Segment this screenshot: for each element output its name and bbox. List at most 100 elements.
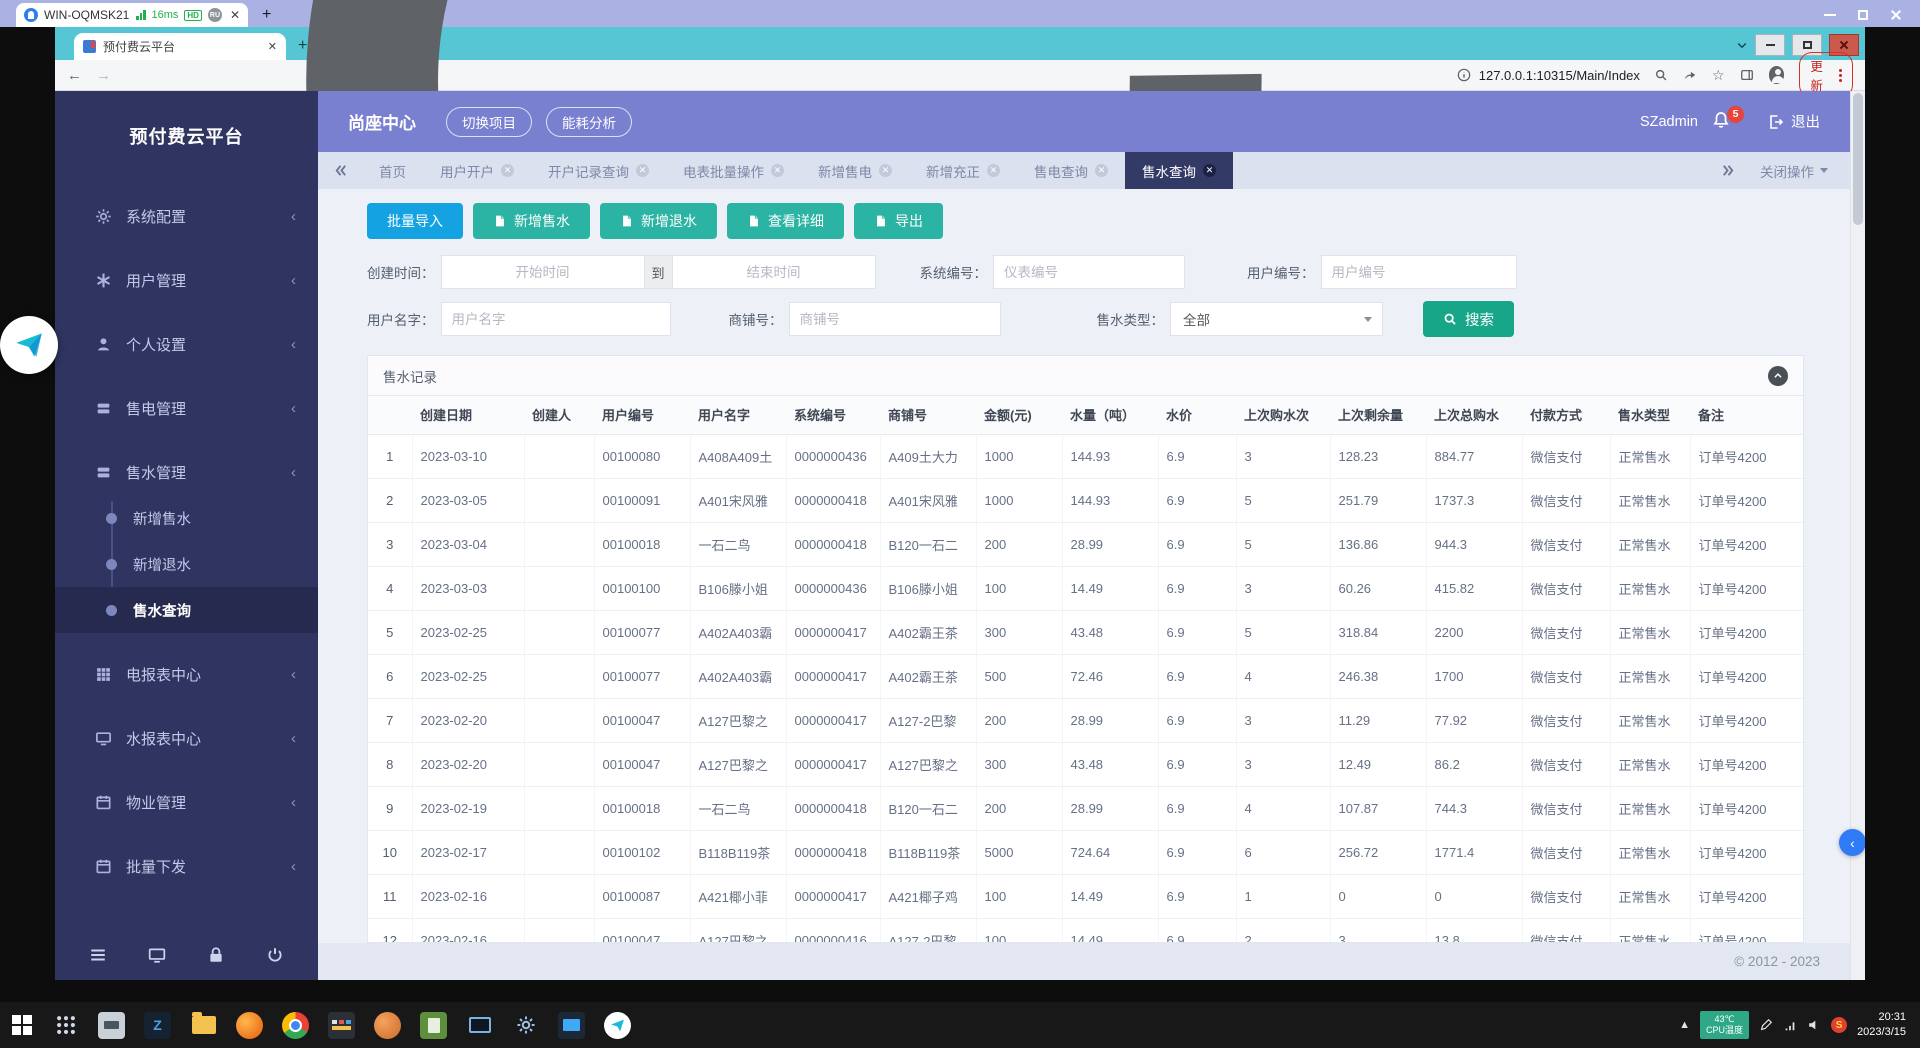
tray-volume-icon[interactable] xyxy=(1807,1018,1821,1032)
switch-project-button[interactable]: 切换项目 xyxy=(446,107,532,137)
table-row[interactable]: 12023-03-1000100080A408A409土0000000436A4… xyxy=(368,434,1803,478)
hamburger-icon[interactable] xyxy=(89,946,107,964)
taskbar-clock[interactable]: 20:31 2023/3/15 xyxy=(1857,1010,1906,1040)
taskbar-icon-keyboard[interactable] xyxy=(328,1012,355,1039)
tab-water-sale-query[interactable]: 售水查询✕ xyxy=(1125,152,1233,189)
profile-avatar-icon[interactable] xyxy=(1769,66,1785,84)
table-row[interactable]: 32023-03-0400100018一石二鸟0000000418B120一石二… xyxy=(368,522,1803,566)
double-chevron-right-icon[interactable] xyxy=(1721,163,1736,178)
notifications-button[interactable]: 5 xyxy=(1712,111,1734,133)
user-no-input[interactable] xyxy=(1321,255,1517,289)
sidebar-item-electric-sale[interactable]: 售电管理‹ xyxy=(55,385,318,431)
user-name-input[interactable] xyxy=(441,302,671,336)
taskbar-icon-todesk[interactable] xyxy=(604,1012,631,1039)
forward-icon[interactable]: → xyxy=(96,67,111,84)
tab-user-open[interactable]: 用户开户✕ xyxy=(423,152,531,189)
sidebar-item-water-report-center[interactable]: 水报表中心‹ xyxy=(55,715,318,761)
taskbar-icon-monitor[interactable] xyxy=(466,1012,493,1039)
view-detail-button[interactable]: 查看详细 xyxy=(727,203,844,239)
tray-sogou-icon[interactable]: S xyxy=(1831,1017,1847,1033)
tabs-scroll-left-button[interactable] xyxy=(318,152,362,189)
right-panel-handle[interactable]: ‹ xyxy=(1839,829,1865,856)
scrollbar-thumb[interactable] xyxy=(1853,93,1863,225)
tab-close-icon[interactable]: ✕ xyxy=(987,164,1000,177)
export-button[interactable]: 导出 xyxy=(854,203,943,239)
table-row[interactable]: 52023-02-2500100077A402A403霸0000000417A4… xyxy=(368,610,1803,654)
start-button[interactable] xyxy=(0,1002,44,1048)
menu-kebab-icon[interactable] xyxy=(1839,69,1842,82)
water-type-select[interactable]: 全部 xyxy=(1170,302,1383,336)
table-row[interactable]: 102023-02-1700100102B118B119茶0000000418B… xyxy=(368,830,1803,874)
tab-close-icon[interactable]: ✕ xyxy=(636,164,649,177)
bookmark-star-icon[interactable]: ☆ xyxy=(1712,67,1725,84)
address-bar[interactable]: 127.0.0.1:10315/Main/Index xyxy=(1457,68,1640,83)
zoom-icon[interactable] xyxy=(1654,67,1668,83)
taskbar-icon-app-grid[interactable] xyxy=(52,1012,79,1039)
sidebar-item-electric-report-center[interactable]: 电报表中心‹ xyxy=(55,651,318,697)
table-row[interactable]: 92023-02-1900100018一石二鸟0000000418B120一石二… xyxy=(368,786,1803,830)
search-button[interactable]: 搜索 xyxy=(1423,301,1514,337)
share-icon[interactable] xyxy=(1683,67,1697,83)
taskbar-icon-printer[interactable] xyxy=(98,1012,125,1039)
client-close-button[interactable] xyxy=(1890,9,1902,21)
client-maximize-button[interactable] xyxy=(1858,10,1868,20)
taskbar-icon-chrome[interactable] xyxy=(282,1012,309,1039)
add-water-sale-button[interactable]: 新增售水 xyxy=(473,203,590,239)
logout-button[interactable]: 退出 xyxy=(1768,111,1820,132)
tab-close-icon[interactable]: ✕ xyxy=(771,164,784,177)
site-info-icon[interactable] xyxy=(1457,68,1471,82)
tab-electric-sale-query[interactable]: 售电查询✕ xyxy=(1017,152,1125,189)
taskbar-icon-notepad[interactable] xyxy=(420,1012,447,1039)
power-icon[interactable] xyxy=(266,946,284,964)
tab-add-electric-sale[interactable]: 新增售电✕ xyxy=(801,152,909,189)
tab-open-record-query[interactable]: 开户记录查询✕ xyxy=(531,152,666,189)
sidebar-item-user-management[interactable]: 用户管理‹ xyxy=(55,257,318,303)
tab-close-icon[interactable]: ✕ xyxy=(1203,164,1216,177)
shop-no-input[interactable] xyxy=(789,302,1001,336)
sidebar-item-batch-dispatch[interactable]: 批量下发‹ xyxy=(55,843,318,889)
taskbar-icon-settings[interactable] xyxy=(512,1012,539,1039)
lock-icon[interactable] xyxy=(207,946,225,964)
sidebar-item-system-config[interactable]: 系统配置‹ xyxy=(55,193,318,239)
taskbar-icon-firefox[interactable] xyxy=(236,1012,263,1039)
table-row[interactable]: 22023-03-0500100091A401宋风雅0000000418A401… xyxy=(368,478,1803,522)
table-row[interactable]: 82023-02-2000100047A127巴黎之0000000417A127… xyxy=(368,742,1803,786)
taskbar-icon-display[interactable] xyxy=(558,1012,585,1039)
energy-analysis-button[interactable]: 能耗分析 xyxy=(546,107,632,137)
start-time-input[interactable] xyxy=(441,255,645,289)
cpu-temp-badge[interactable]: 43℃ CPU温度 xyxy=(1700,1011,1749,1040)
table-row[interactable]: 62023-02-2500100077A402A403霸0000000417A4… xyxy=(368,654,1803,698)
panel-collapse-button[interactable] xyxy=(1768,366,1788,386)
side-panel-icon[interactable] xyxy=(1740,67,1754,83)
batch-import-button[interactable]: 批量导入 xyxy=(367,203,463,239)
close-operations-dropdown[interactable]: 关闭操作 xyxy=(1760,161,1828,181)
taskbar-icon-putty[interactable]: Z xyxy=(144,1012,171,1039)
table-row[interactable]: 72023-02-2000100047A127巴黎之0000000417A127… xyxy=(368,698,1803,742)
taskbar-icon-browser[interactable] xyxy=(374,1012,401,1039)
sidebar-item-property-management[interactable]: 物业管理‹ xyxy=(55,779,318,825)
sidebar-subitem-add-water-refund[interactable]: 新增退水 xyxy=(55,541,318,587)
tray-expand-icon[interactable]: ▲ xyxy=(1679,1019,1690,1031)
table-row[interactable]: 122023-02-1600100047A127巴黎之0000000416A12… xyxy=(368,918,1803,942)
tab-close-icon[interactable]: ✕ xyxy=(879,164,892,177)
taskbar-icon-folder[interactable] xyxy=(190,1012,217,1039)
sidebar-item-personal-settings[interactable]: 个人设置‹ xyxy=(55,321,318,367)
end-time-input[interactable] xyxy=(672,255,876,289)
table-row[interactable]: 42023-03-0300100100B106滕小姐0000000436B106… xyxy=(368,566,1803,610)
tray-pen-icon[interactable] xyxy=(1759,1018,1773,1032)
system-no-input[interactable] xyxy=(993,255,1185,289)
tab-close-icon[interactable]: ✕ xyxy=(1095,164,1108,177)
monitor-icon[interactable] xyxy=(148,946,166,964)
table-row[interactable]: 112023-02-1600100087A421椰小菲0000000417A42… xyxy=(368,874,1803,918)
back-icon[interactable]: ← xyxy=(67,67,82,84)
sidebar-subitem-add-water-sale[interactable]: 新增售水 xyxy=(55,495,318,541)
tab-add-recharge-fix[interactable]: 新增充正✕ xyxy=(909,152,1017,189)
todesk-floating-widget[interactable] xyxy=(0,316,58,374)
tray-network-icon[interactable] xyxy=(1783,1018,1797,1032)
sidebar-item-water-sale[interactable]: 售水管理‹ xyxy=(55,449,318,495)
tab-close-icon[interactable]: ✕ xyxy=(501,164,514,177)
chevron-down-icon[interactable] xyxy=(1736,39,1748,51)
add-water-refund-button[interactable]: 新增退水 xyxy=(600,203,717,239)
client-minimize-button[interactable] xyxy=(1824,14,1836,16)
sidebar-subitem-water-sale-query[interactable]: 售水查询 xyxy=(55,587,318,633)
